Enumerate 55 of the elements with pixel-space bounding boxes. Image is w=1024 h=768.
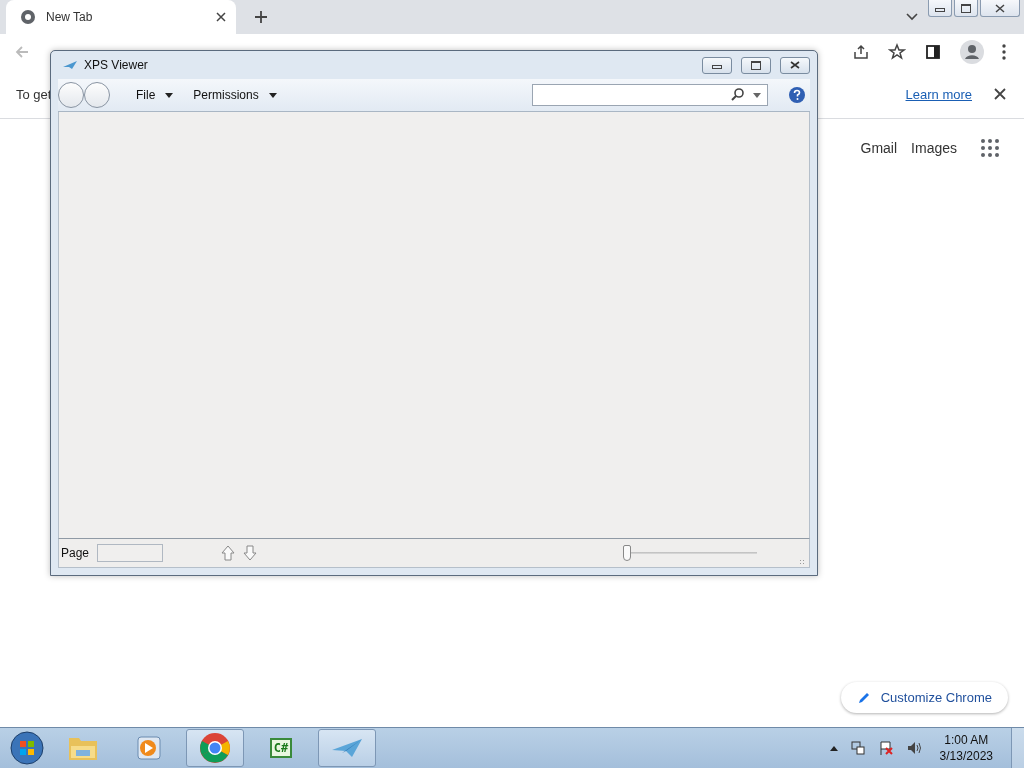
profile-avatar-icon[interactable]: [960, 40, 984, 64]
header-link[interactable]: Images: [911, 140, 957, 156]
more-icon[interactable]: [1002, 44, 1006, 60]
minimize-button[interactable]: [702, 56, 732, 74]
new-tab-icon[interactable]: [254, 10, 268, 24]
close-icon: [790, 61, 800, 69]
caret-icon: [165, 92, 174, 98]
share-icon[interactable]: [852, 43, 870, 61]
search-field[interactable]: [532, 84, 768, 106]
play-icon: [135, 734, 163, 762]
browser-tab[interactable]: New Tab: [6, 0, 236, 34]
up-arrow-icon[interactable]: [221, 545, 236, 561]
maximize-button[interactable]: [741, 56, 771, 74]
caret-icon: [268, 92, 277, 98]
close-button[interactable]: [980, 0, 1020, 17]
volume-icon[interactable]: [905, 740, 922, 756]
close-icon: [995, 3, 1005, 13]
minimize-button[interactable]: [928, 0, 952, 17]
forward-button[interactable]: [84, 82, 110, 108]
paper-plane-icon: [62, 60, 78, 70]
header-link[interactable]: Gmail: [860, 140, 898, 156]
search-icon[interactable]: [731, 88, 745, 102]
taskbar-app[interactable]: [186, 729, 244, 767]
back-button[interactable]: [58, 82, 84, 108]
close-icon[interactable]: [994, 88, 1006, 100]
clock-time: 1:00 AM: [944, 732, 989, 748]
taskbar-app[interactable]: C#: [252, 729, 310, 767]
chrome-icon: [199, 732, 231, 764]
clock-date: 3/13/2023: [939, 748, 993, 764]
slider-thumb[interactable]: [623, 545, 631, 561]
side-panel-icon[interactable]: [924, 43, 942, 61]
help-icon[interactable]: [788, 86, 806, 104]
window-title: XPS Viewer: [84, 58, 148, 72]
csharp-app-icon: C#: [269, 738, 293, 758]
down-arrow-icon[interactable]: [243, 545, 258, 561]
chevron-icon[interactable]: [906, 13, 918, 21]
infobar-text: To get: [16, 86, 52, 102]
flag-icon[interactable]: [877, 740, 894, 756]
star-icon[interactable]: [888, 43, 906, 61]
apps-grid-icon[interactable]: [981, 139, 999, 157]
customize-chrome-button[interactable]: Customize Chrome: [840, 682, 1008, 713]
network-icon[interactable]: [849, 740, 866, 756]
start-button[interactable]: [10, 731, 44, 765]
close-button[interactable]: [780, 56, 810, 74]
restore-button[interactable]: [954, 0, 978, 17]
page-label: Page: [61, 546, 90, 560]
page-number-field[interactable]: [97, 544, 164, 562]
caret-icon[interactable]: [753, 92, 761, 98]
menu-button[interactable]: Permissions: [189, 88, 281, 102]
close-icon[interactable]: [216, 12, 226, 22]
chrome-icon: [20, 9, 36, 25]
menu-button[interactable]: File: [132, 88, 178, 102]
tray-arrow-icon[interactable]: [829, 745, 838, 751]
pencil-icon: [856, 690, 871, 705]
learn-more-link[interactable]: Learn more: [905, 86, 972, 102]
